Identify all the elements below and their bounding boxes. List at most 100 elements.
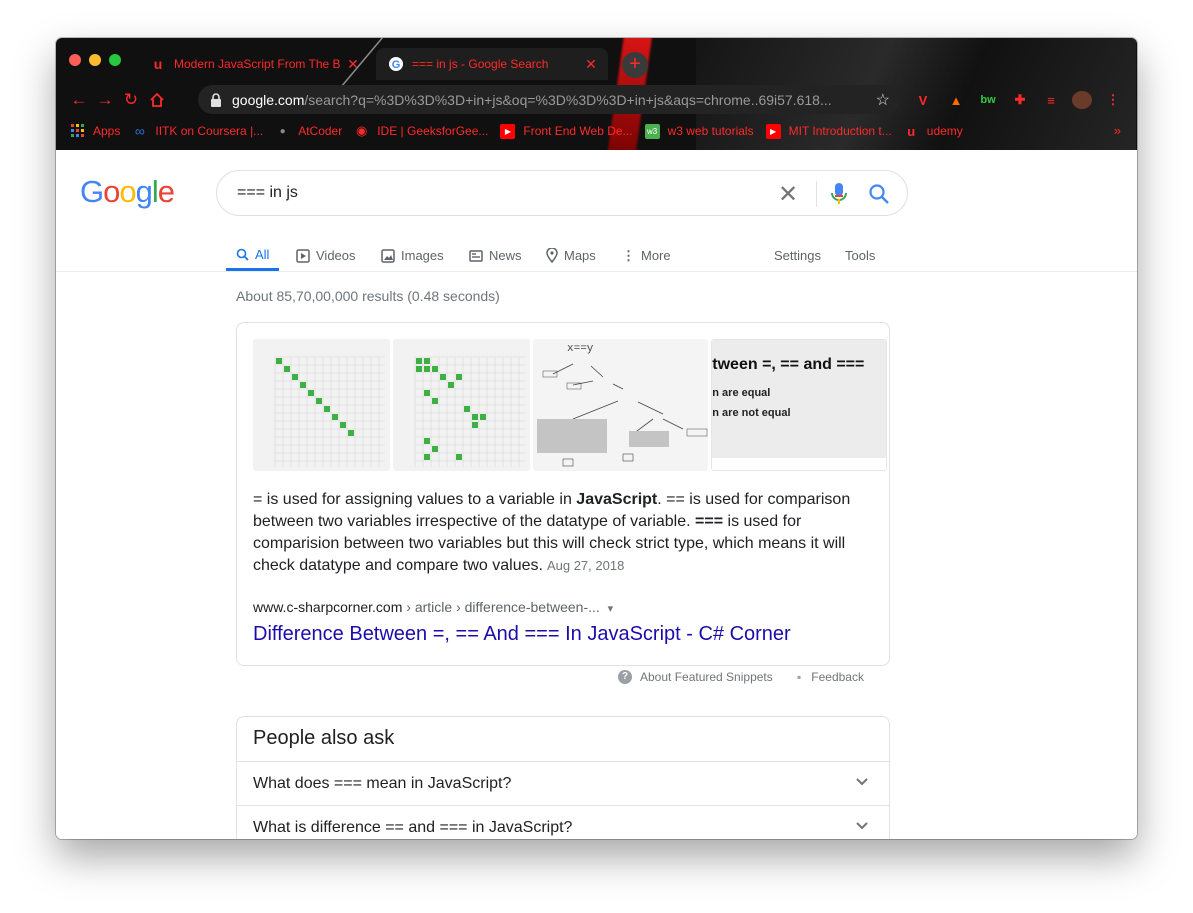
- search-box[interactable]: === in js ✕: [216, 170, 908, 216]
- bw-extension-icon[interactable]: bw: [978, 91, 998, 109]
- tab-label: Images: [401, 248, 444, 263]
- tab-videos[interactable]: Videos: [296, 240, 356, 271]
- search-icon[interactable]: [868, 183, 890, 205]
- news-icon: [469, 249, 483, 263]
- tab-label: All: [255, 246, 270, 262]
- url-host: google.com: [232, 91, 305, 108]
- result-url[interactable]: www.c-sharpcorner.com › article › differ…: [253, 599, 613, 615]
- bookmark-frontend[interactable]: ▶ Front End Web De...: [500, 123, 633, 139]
- chevron-down-icon[interactable]: [855, 818, 869, 834]
- atcoder-icon: ●: [279, 125, 286, 137]
- google-icon: G: [388, 56, 404, 72]
- lock-icon: [211, 92, 221, 107]
- forward-arrow-icon[interactable]: →: [92, 87, 118, 113]
- tab-udemy[interactable]: u Modern JavaScript From The B ✕: [138, 48, 370, 80]
- w3-icon: w3: [644, 123, 660, 139]
- feedback-label: Feedback: [811, 670, 864, 684]
- microphone-icon[interactable]: [829, 182, 849, 206]
- bookmarks-bar: Apps ∞ IITK on Coursera |... ● AtCoder ◉…: [56, 120, 1137, 142]
- back-arrow-icon[interactable]: ←: [66, 87, 92, 113]
- bookmark-label: w3 web tutorials: [667, 124, 754, 138]
- url-host: www.c-sharpcorner.com: [253, 599, 403, 615]
- bookmarks-overflow-icon[interactable]: »: [1114, 123, 1121, 138]
- tab-all[interactable]: All: [226, 240, 280, 271]
- coursera-icon: ∞: [134, 123, 145, 139]
- fire-extension-icon[interactable]: ▲: [948, 91, 964, 109]
- settings-link[interactable]: Settings: [774, 240, 821, 271]
- vivaldi-extension-icon[interactable]: V: [914, 91, 932, 109]
- about-featured-snippets[interactable]: ? About Featured Snippets: [618, 670, 773, 684]
- window-close-button[interactable]: [69, 54, 81, 66]
- search-icon: [236, 248, 249, 261]
- help-icon: ?: [618, 670, 632, 684]
- paa-question[interactable]: What does === mean in JavaScript?: [237, 761, 889, 805]
- bookmark-w3[interactable]: w3 w3 web tutorials: [644, 123, 754, 139]
- home-icon[interactable]: [144, 87, 170, 113]
- equality-flowchart-image[interactable]: x==y: [532, 339, 709, 471]
- reload-icon[interactable]: ↻: [118, 87, 144, 113]
- snippet-date: Aug 27, 2018: [546, 558, 625, 573]
- snippet-text: = is used for assigning values to a vari…: [253, 489, 873, 577]
- paa-heading: People also ask: [253, 727, 395, 749]
- map-pin-icon: [546, 248, 558, 263]
- avatar[interactable]: [1072, 91, 1092, 109]
- bookmark-atcoder[interactable]: ● AtCoder: [275, 124, 343, 139]
- navigation-bar: ← → ↻ google.com /search?q=%3D%3D%3D+in+…: [56, 84, 1137, 116]
- divider: [816, 181, 817, 207]
- bookmark-coursera[interactable]: ∞ IITK on Coursera |...: [132, 123, 263, 139]
- tab-images[interactable]: Images: [381, 240, 444, 271]
- tab-more[interactable]: ⋮ More: [622, 240, 671, 271]
- paa-question-text: What does === mean in JavaScript?: [253, 774, 512, 792]
- playlist-icon[interactable]: ≡: [1042, 91, 1060, 109]
- feedback-link[interactable]: ▪ Feedback: [797, 670, 864, 684]
- tab-close-icon[interactable]: ✕: [582, 56, 600, 73]
- google-logo[interactable]: Google: [80, 174, 175, 210]
- bookmark-label: udemy: [926, 124, 963, 138]
- snippet-text-bold: JavaScript: [576, 491, 658, 508]
- address-bar[interactable]: google.com /search?q=%3D%3D%3D+in+js&oq=…: [198, 85, 900, 114]
- operators-slide-image[interactable]: tween =, == and === n are equal n are no…: [711, 339, 887, 471]
- tab-close-icon[interactable]: ✕: [344, 56, 362, 73]
- bookmark-gfg[interactable]: ◉ IDE | GeeksforGee...: [354, 123, 488, 139]
- bookmark-udemy[interactable]: u udemy: [904, 124, 963, 139]
- bookmark-star-icon[interactable]: ☆: [876, 90, 890, 110]
- window-minimize-button[interactable]: [89, 54, 101, 66]
- url-path: › article › difference-between-...: [402, 599, 600, 615]
- menu-dots-icon[interactable]: ⋮: [1107, 91, 1120, 109]
- result-title-link[interactable]: Difference Between =, == And === In Java…: [253, 623, 791, 646]
- tools-link[interactable]: Tools: [845, 240, 875, 271]
- browser-window: u Modern JavaScript From The B ✕ G === i…: [56, 38, 1137, 839]
- search-input[interactable]: === in js: [237, 184, 298, 202]
- result-stats: About 85,70,00,000 results (0.48 seconds…: [236, 288, 500, 304]
- paa-question-text: What is difference == and === in JavaScr…: [253, 818, 573, 836]
- youtube-icon: ▶: [500, 123, 516, 139]
- tab-google-search[interactable]: G === in js - Google Search ✕: [376, 48, 608, 80]
- bookmark-apps[interactable]: Apps: [70, 124, 120, 139]
- bookmark-mit[interactable]: ▶ MIT Introduction t...: [765, 123, 892, 139]
- snippet-text-bold: ===: [695, 513, 724, 530]
- window-zoom-button[interactable]: [109, 54, 121, 66]
- bookmark-label: Front End Web De...: [523, 124, 633, 138]
- puzzle-extension-icon[interactable]: ✚: [1012, 91, 1028, 109]
- tab-maps[interactable]: Maps: [546, 240, 596, 271]
- youtube-icon: ▶: [765, 123, 781, 139]
- browser-chrome: u Modern JavaScript From The B ✕ G === i…: [56, 38, 1137, 150]
- clear-icon[interactable]: ✕: [778, 180, 798, 209]
- chevron-down-icon[interactable]: [855, 774, 869, 790]
- slide-line: n are not equal: [712, 407, 791, 419]
- tab-news[interactable]: News: [469, 240, 522, 271]
- udemy-icon: u: [153, 56, 163, 72]
- svg-text:G: G: [392, 59, 401, 71]
- tab-label: Videos: [316, 248, 356, 263]
- more-vert-icon: ⋮: [622, 247, 635, 263]
- equality-table-image[interactable]: [253, 339, 390, 471]
- loose-equality-table-image[interactable]: [392, 339, 530, 471]
- url-menu-arrow-icon[interactable]: ▾: [608, 603, 614, 615]
- tab-label: More: [641, 248, 671, 263]
- bookmark-label: MIT Introduction t...: [788, 124, 892, 138]
- paa-question[interactable]: What is difference == and === in JavaScr…: [237, 805, 889, 839]
- url-path: /search?q=%3D%3D%3D+in+js&oq=%3D%3D%3D+i…: [304, 91, 832, 108]
- tab-label: News: [489, 248, 522, 263]
- new-tab-button[interactable]: +: [622, 52, 648, 78]
- slide-title: tween =, == and ===: [712, 356, 865, 373]
